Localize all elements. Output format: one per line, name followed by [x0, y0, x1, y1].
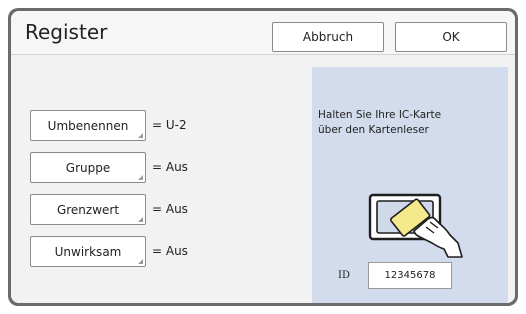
rename-button[interactable]: Umbenennen [30, 110, 146, 141]
card-instruction: Halten Sie Ihre IC-Karte über den Karten… [318, 108, 441, 138]
cancel-button[interactable]: Abbruch [272, 22, 384, 52]
page-title: Register [25, 20, 108, 44]
disable-button[interactable]: Unwirksam [30, 236, 146, 267]
rename-value: = U-2 [152, 118, 187, 132]
limit-button[interactable]: Grenzwert [30, 194, 146, 225]
disable-value: = Aus [152, 244, 188, 258]
group-value: = Aus [152, 160, 188, 174]
ok-button[interactable]: OK [395, 22, 507, 52]
card-instruction-line1: Halten Sie Ihre IC-Karte [318, 109, 442, 121]
ic-card-panel: Halten Sie Ihre IC-Karte über den Karten… [312, 67, 508, 303]
content-area: Umbenennen = U-2 Gruppe = Aus Grenzwert … [11, 56, 515, 303]
group-button[interactable]: Gruppe [30, 152, 146, 183]
limit-value: = Aus [152, 202, 188, 216]
id-label: ID [338, 270, 350, 281]
register-screen: Register Abbruch OK Umbenennen = U-2 Gru… [11, 11, 515, 303]
card-instruction-line2: über den Kartenleser [318, 124, 429, 136]
id-field: 12345678 [368, 262, 452, 289]
device-frame: Register Abbruch OK Umbenennen = U-2 Gru… [8, 8, 518, 306]
ic-card-reader-icon [368, 193, 463, 258]
header-bar: Register Abbruch OK [11, 11, 515, 55]
